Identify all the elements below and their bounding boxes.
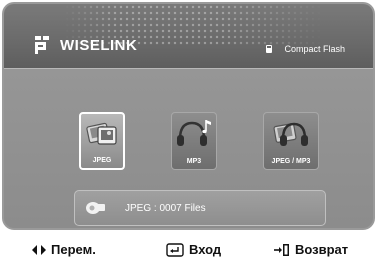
photo-type-icon [86, 202, 105, 214]
headphones-music-icon [177, 120, 211, 146]
enter-icon [166, 242, 184, 257]
footer-bar: Перем. Вход Возврат [0, 232, 377, 267]
left-right-arrows-icon [32, 244, 46, 255]
footer-enter-label: Вход [189, 242, 222, 257]
tile-label-mp3: MP3 [186, 158, 202, 165]
file-info-bar: JPEG : 0007 Files [74, 190, 326, 226]
wiselink-screen: WISELINK Compact Flash JPEG MP3 JPEG / M… [2, 2, 375, 230]
wiselink-logo: WISELINK [34, 32, 137, 54]
header-bar: WISELINK Compact Flash [4, 4, 373, 69]
tile-jpeg-mp3[interactable]: JPEG / MP3 [263, 112, 319, 170]
footer-move: Перем. [32, 242, 96, 257]
wiselink-logo-mark-icon [35, 36, 49, 54]
footer-enter: Вход [166, 242, 221, 257]
brand-name: WISELINK [60, 37, 138, 54]
tile-label-jpeg: JPEG [92, 157, 112, 164]
device-label: Compact Flash [284, 44, 345, 54]
photo-headphones-icon [273, 122, 308, 146]
return-icon [274, 243, 289, 256]
photo-icon [86, 122, 117, 145]
tile-jpeg[interactable]: JPEG [79, 112, 125, 170]
footer-move-label: Перем. [51, 242, 96, 257]
footer-return-label: Возврат [295, 242, 349, 257]
tile-label-jpeg-mp3: JPEG / MP3 [271, 158, 311, 165]
footer-return: Возврат [274, 242, 348, 257]
device-indicator: Compact Flash [266, 44, 345, 54]
file-count-text: JPEG : 0007 Files [125, 202, 206, 214]
tile-mp3[interactable]: MP3 [171, 112, 217, 170]
compact-flash-icon [266, 45, 273, 53]
